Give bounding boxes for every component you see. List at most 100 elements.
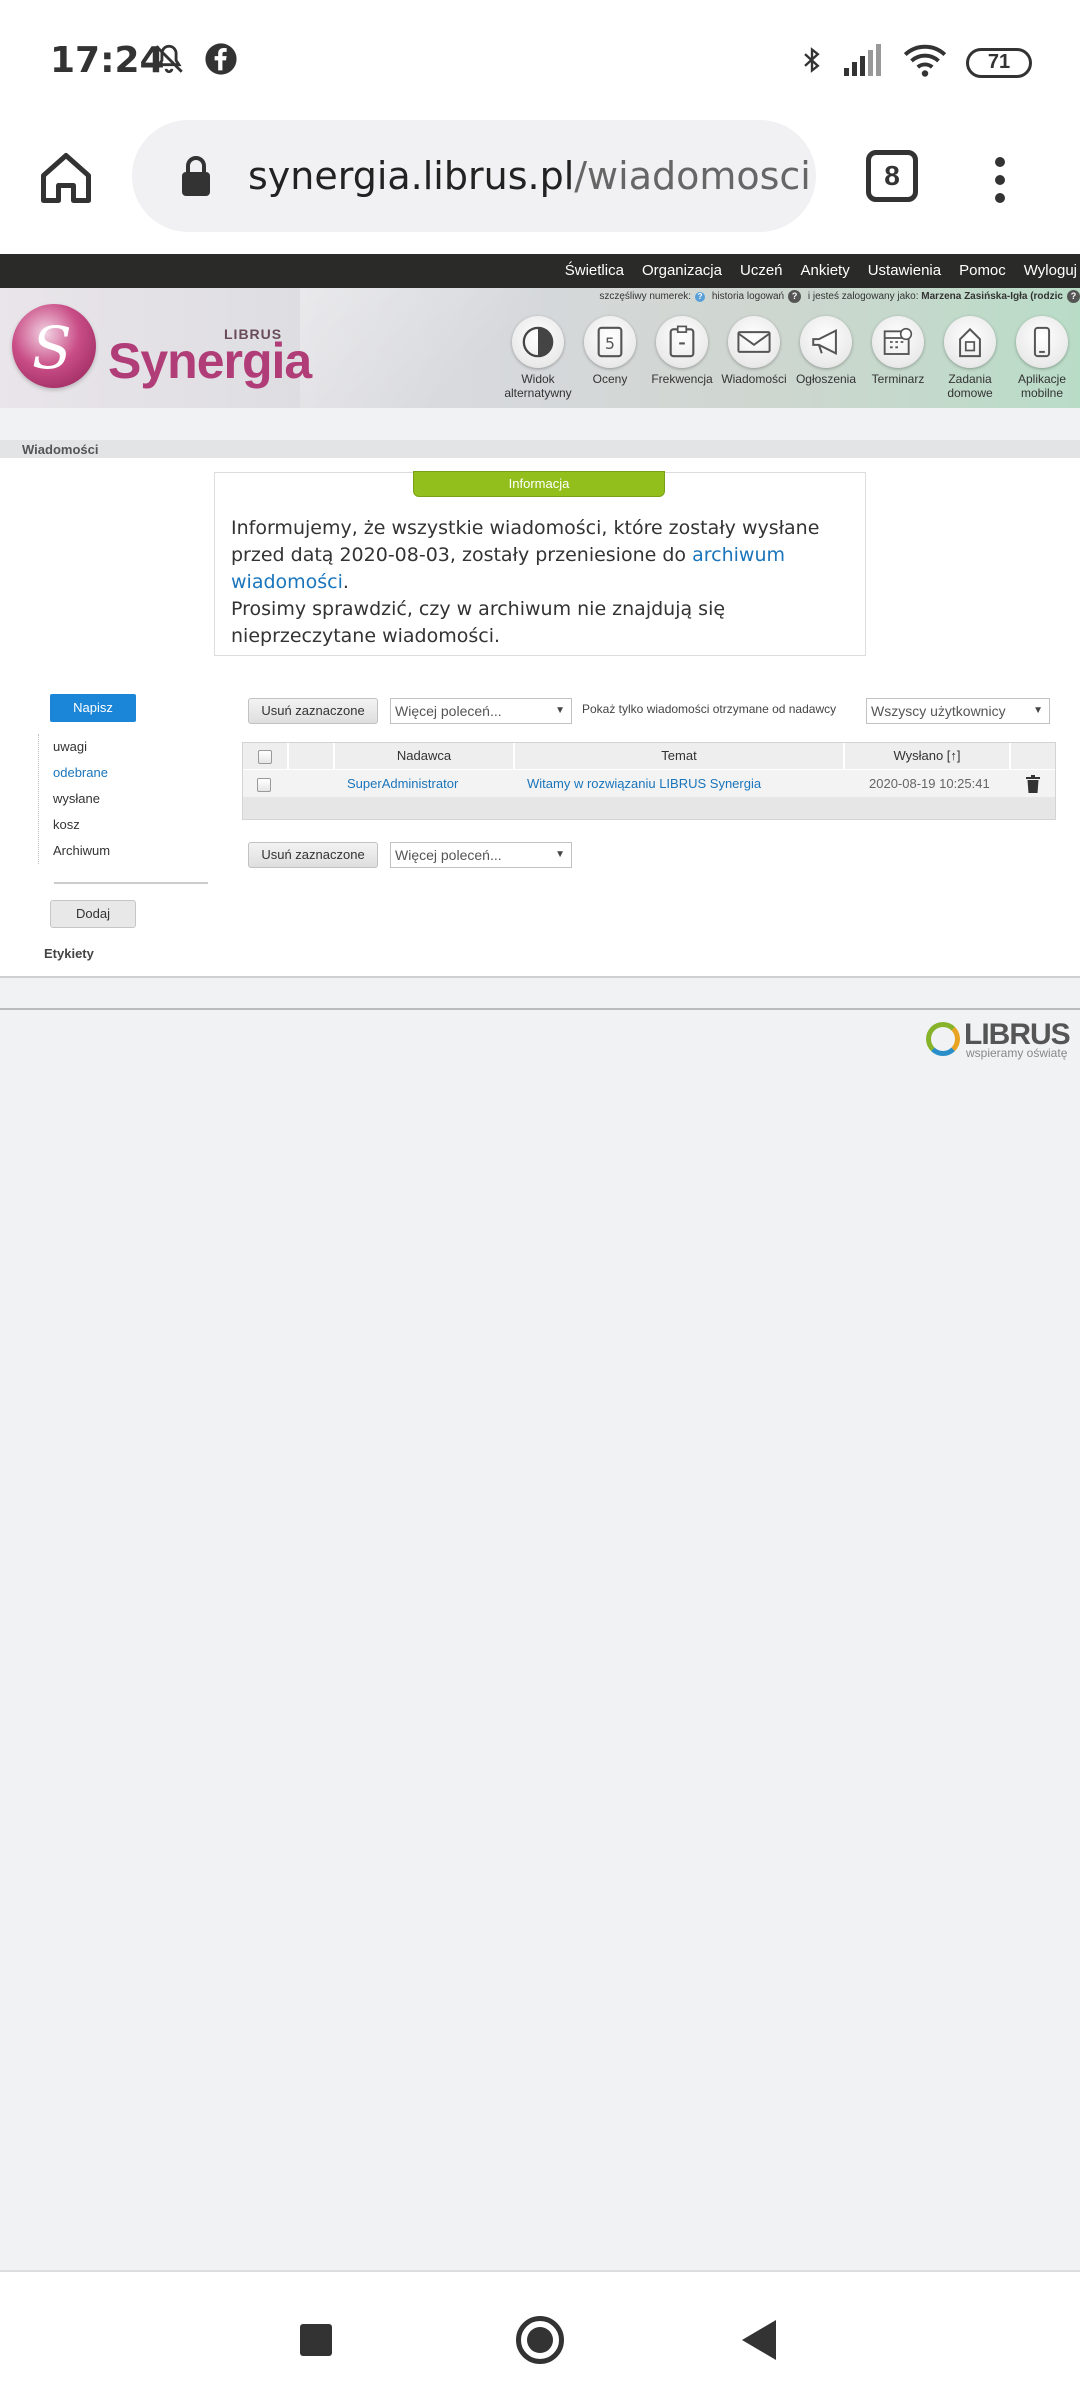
more-menu-icon[interactable] <box>990 150 1010 210</box>
sidebar-divider <box>54 882 208 884</box>
module-oceny[interactable]: 5 Oceny <box>574 316 646 400</box>
module-label: Frekwencja <box>651 372 713 386</box>
header-blank <box>289 743 335 769</box>
delete-selected-button[interactable]: Usuń zaznaczone <box>248 698 378 724</box>
nav-uczen[interactable]: Uczeń <box>731 254 792 288</box>
module-label: Widok alternatywny <box>504 372 572 400</box>
info-notice-text: Informujemy, że wszystkie wiadomości, kt… <box>231 515 851 650</box>
module-zadania-domowe[interactable]: Zadania domowe <box>934 316 1006 400</box>
sender-filter-select[interactable]: Wszyscy użytkownicy ▼ <box>866 698 1050 724</box>
browser-toolbar: synergia.librus.pl/wiadomosci 8 <box>0 120 1080 254</box>
synergia-logo-icon: S <box>12 304 96 388</box>
module-label: Aplikacje mobilne <box>1017 372 1067 400</box>
tab-count: 8 <box>884 160 900 191</box>
help-icon[interactable]: ? <box>788 290 802 303</box>
trash-icon[interactable] <box>1025 775 1041 803</box>
labels-title: Etykiety <box>44 946 94 961</box>
svg-text:5: 5 <box>605 335 615 353</box>
bluetooth-icon <box>798 42 826 83</box>
nav-organizacja[interactable]: Organizacja <box>633 254 731 288</box>
module-frekwencja[interactable]: Frekwencja <box>646 316 718 400</box>
url-text: synergia.librus.pl/wiadomosci <box>248 154 811 198</box>
lucky-number-label: szczęśliwy numerek: <box>599 291 692 302</box>
attendance-icon <box>656 316 708 368</box>
web-page: Świetlica Organizacja Uczeń Ankiety Usta… <box>0 254 1080 2270</box>
row-select <box>257 770 271 798</box>
home-icon[interactable] <box>36 148 96 208</box>
nav-ankiety[interactable]: Ankiety <box>792 254 859 288</box>
logged-in-label: i jesteś zalogowany jako: <box>807 291 919 302</box>
folder-kosz[interactable]: kosz <box>39 812 110 838</box>
folder-list: uwagi odebrane wysłane kosz Archiwum <box>38 734 110 864</box>
sender-filter-label: Pokaż tylko wiadomości otrzymane od nada… <box>582 702 837 716</box>
module-wiadomosci[interactable]: Wiadomości <box>718 316 790 400</box>
module-aplikacje-mobilne[interactable]: Aplikacje mobilne <box>1006 316 1078 400</box>
column-header-sender[interactable]: Nadawca <box>335 743 515 769</box>
system-navigation-bar <box>0 2270 1080 2400</box>
grades-icon: 5 <box>584 316 636 368</box>
chevron-down-icon: ▼ <box>555 849 565 860</box>
top-navigation: Świetlica Organizacja Uczeń Ankiety Usta… <box>0 254 1080 288</box>
tab-switcher-button[interactable]: 8 <box>866 150 918 202</box>
nav-pomoc[interactable]: Pomoc <box>950 254 1015 288</box>
wifi-icon <box>902 42 948 83</box>
module-label: Oceny <box>592 372 628 386</box>
battery-icon: 71 <box>966 47 1032 78</box>
nav-ustawienia[interactable]: Ustawienia <box>859 254 950 288</box>
row-sender[interactable]: SuperAdministrator <box>347 770 458 798</box>
delete-selected-button-bottom[interactable]: Usuń zaznaczone <box>248 842 378 868</box>
nav-swietlica[interactable]: Świetlica <box>556 254 633 288</box>
folder-archiwum[interactable]: Archiwum <box>39 838 110 864</box>
megaphone-icon <box>800 316 852 368</box>
table-row[interactable]: SuperAdministrator Witamy w rozwiązaniu … <box>243 769 1055 797</box>
address-bar[interactable]: synergia.librus.pl/wiadomosci <box>132 120 816 232</box>
signal-icon <box>844 44 884 81</box>
url-path: /wiadomosci <box>574 154 811 198</box>
phone-icon <box>1016 316 1068 368</box>
folder-wyslane[interactable]: wysłane <box>39 786 110 812</box>
info-notice: Informacja Informujemy, że wszystkie wia… <box>214 471 866 656</box>
breadcrumb: Wiadomości <box>22 442 99 457</box>
logo-glyph: S <box>32 314 72 382</box>
clock: 17:24 <box>50 40 165 81</box>
site-header: S LIBRUS Synergia szczęśliwy numerek:? h… <box>0 288 1080 408</box>
module-label: Ogłoszenia <box>795 372 857 386</box>
user-info-bar: szczęśliwy numerek:? historia logowań? i… <box>599 290 1080 303</box>
module-label: Wiadomości <box>721 372 787 386</box>
envelope-icon <box>728 316 780 368</box>
recents-icon[interactable] <box>300 2324 332 2356</box>
module-terminarz[interactable]: Terminarz <box>862 316 934 400</box>
more-commands-select[interactable]: Więcej poleceń... ▼ <box>390 698 572 724</box>
module-widok-alternatywny[interactable]: Widok alternatywny <box>502 316 574 400</box>
status-bar: 17:24 71 <box>0 0 1080 120</box>
add-label-button[interactable]: Dodaj <box>50 900 136 928</box>
column-header-sent[interactable]: Wysłano [↑] <box>845 743 1011 769</box>
header-select-all <box>243 743 289 769</box>
row-checkbox[interactable] <box>257 777 271 792</box>
chevron-down-icon: ▼ <box>1033 705 1043 716</box>
more-commands-select-bottom[interactable]: Więcej poleceń... ▼ <box>390 842 572 868</box>
logo-synergia-text[interactable]: Synergia <box>108 332 312 390</box>
librus-ring-icon <box>926 1022 960 1056</box>
bell-off-icon <box>152 42 186 81</box>
facebook-icon <box>204 42 238 81</box>
footer-tagline: wspieramy oświatę <box>966 1046 1068 1060</box>
sender-filter-value: Wszyscy użytkownicy <box>871 703 1006 719</box>
lock-icon <box>180 156 212 201</box>
select-all-checkbox[interactable] <box>258 749 272 764</box>
info-notice-title: Informacja <box>413 471 665 497</box>
column-header-subject[interactable]: Temat <box>515 743 845 769</box>
row-subject[interactable]: Witamy w rozwiązaniu LIBRUS Synergia <box>527 770 761 798</box>
lucky-number-help-icon[interactable]: ? <box>695 292 706 302</box>
compose-button[interactable]: Napisz <box>50 694 136 722</box>
home-circle-icon[interactable] <box>516 2316 564 2364</box>
info-text-line2: Prosimy sprawdzić, czy w archiwum nie zn… <box>231 598 726 647</box>
login-history-link[interactable]: historia logowań <box>712 291 784 302</box>
module-ogloszenia[interactable]: Ogłoszenia <box>790 316 862 400</box>
nav-wyloguj[interactable]: Wyloguj <box>1015 254 1080 288</box>
back-icon[interactable] <box>742 2320 776 2360</box>
folder-odebrane[interactable]: odebrane <box>39 760 110 786</box>
folder-uwagi[interactable]: uwagi <box>39 734 110 760</box>
contrast-icon <box>512 316 564 368</box>
user-help-icon[interactable]: ? <box>1067 290 1080 303</box>
